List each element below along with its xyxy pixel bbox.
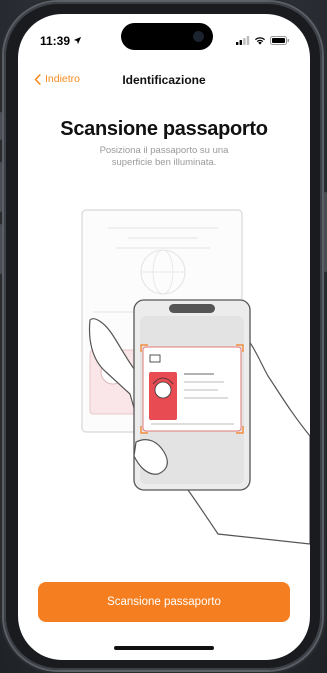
wifi-icon [255, 37, 265, 45]
volume-down-button [0, 224, 2, 274]
camera-icon [193, 31, 204, 42]
dynamic-island [121, 23, 213, 50]
passport-on-phone [140, 344, 244, 434]
phone-screen: 11:39 Indietro Identificazione Scansione… [18, 14, 310, 660]
page-subtitle: Posiziona il passaporto su una superfici… [99, 145, 229, 168]
passport-scan-illustration [81, 209, 310, 545]
volume-up-button [0, 162, 2, 212]
signal-icon [236, 36, 250, 45]
home-indicator [114, 646, 214, 650]
status-indicators [236, 36, 290, 45]
scan-passport-button[interactable]: Scansione passaporto [38, 582, 290, 622]
location-arrow-icon [73, 36, 82, 45]
status-time: 11:39 [40, 34, 71, 48]
nav-title: Identificazione [122, 73, 206, 87]
action-button [0, 112, 2, 140]
page-title: Scansione passaporto [60, 118, 268, 140]
battery-icon [270, 36, 290, 45]
navigation-bar: Indietro Identificazione [18, 71, 310, 93]
phone-frame: 11:39 Indietro Identificazione Scansione… [0, 2, 327, 670]
